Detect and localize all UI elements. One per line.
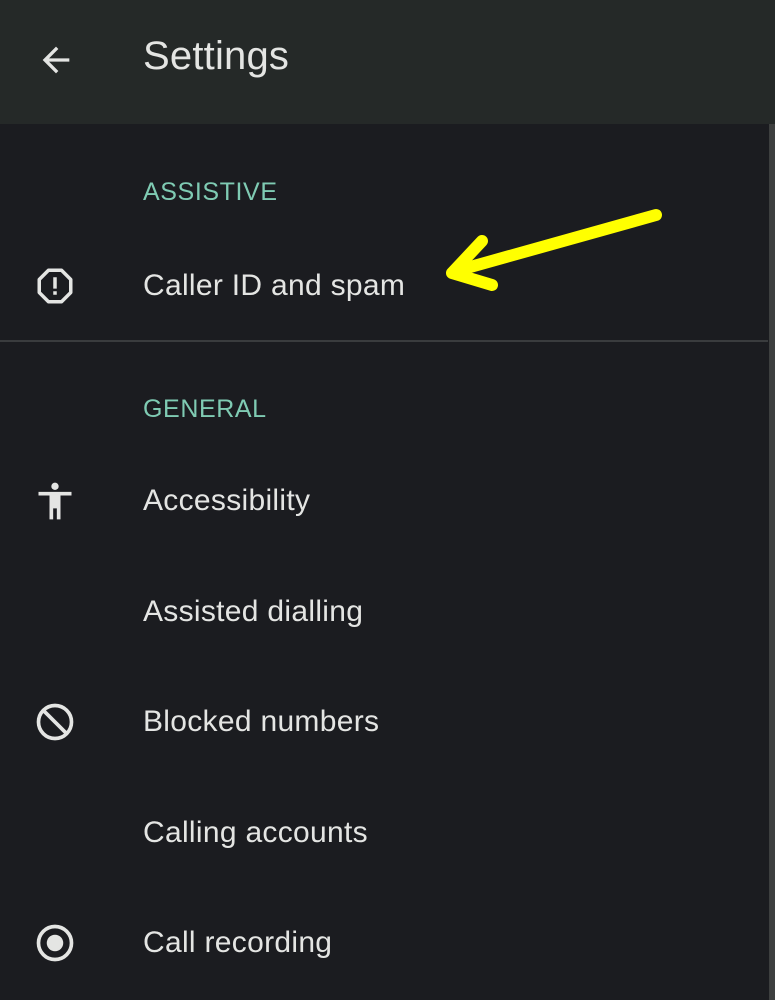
section-header-general: GENERAL: [143, 395, 267, 423]
arrow-left-icon: [42, 46, 70, 74]
scrollbar[interactable]: [769, 124, 775, 1000]
settings-item-label: Calling accounts: [143, 816, 368, 849]
app-bar: Settings: [0, 0, 775, 124]
settings-item-calling-accounts[interactable]: Calling accounts: [0, 783, 768, 883]
settings-item-accessibility[interactable]: Accessibility: [0, 451, 768, 551]
settings-item-label: Assisted dialling: [143, 595, 364, 628]
settings-item-label: Accessibility: [143, 484, 311, 517]
page-title: Settings: [143, 34, 290, 78]
block-icon: [30, 697, 80, 747]
section-header-assistive: ASSISTIVE: [143, 178, 278, 206]
section-divider: [0, 340, 768, 342]
alert-octagon-icon: [30, 261, 80, 311]
settings-item-call-recording[interactable]: Call recording: [0, 893, 768, 993]
settings-item-label: Caller ID and spam: [143, 269, 406, 302]
back-button[interactable]: [18, 22, 94, 98]
settings-item-assisted-dialling[interactable]: Assisted dialling: [0, 562, 768, 662]
accessibility-icon: [30, 476, 80, 526]
settings-screen: Settings ASSISTIVE Caller ID and spam GE…: [0, 0, 775, 1000]
settings-item-blocked-numbers[interactable]: Blocked numbers: [0, 672, 768, 772]
settings-item-caller-id-and-spam[interactable]: Caller ID and spam: [0, 236, 768, 336]
settings-item-label: Call recording: [143, 926, 333, 959]
settings-item-label: Blocked numbers: [143, 705, 380, 738]
radio-button-icon: [30, 918, 80, 968]
